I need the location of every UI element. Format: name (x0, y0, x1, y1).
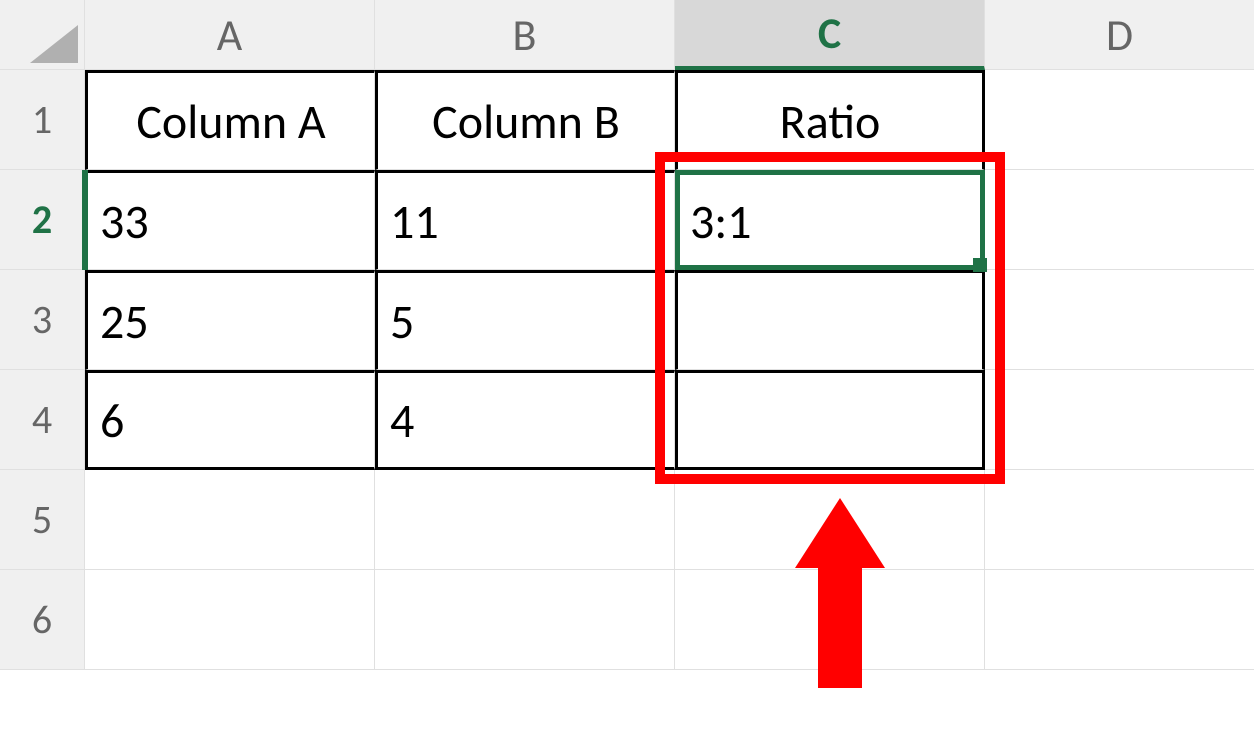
cell-C1[interactable]: Ratio (675, 70, 985, 170)
cell-D6[interactable] (985, 570, 1254, 670)
cell-C5[interactable] (675, 470, 985, 570)
cell-B3[interactable]: 5 (375, 270, 675, 370)
col-header-A[interactable]: A (85, 0, 375, 70)
spreadsheet-grid: A B C D 1 Column A Column B Ratio 2 33 1… (0, 0, 1254, 670)
cell-C2[interactable]: 3:1 (675, 170, 985, 270)
row-header-1[interactable]: 1 (0, 70, 85, 170)
row-header-5[interactable]: 5 (0, 470, 85, 570)
cell-D5[interactable] (985, 470, 1254, 570)
row-header-4[interactable]: 4 (0, 370, 85, 470)
cell-A4[interactable]: 6 (85, 370, 375, 470)
cell-A5[interactable] (85, 470, 375, 570)
row-header-2[interactable]: 2 (0, 170, 85, 270)
cell-C3[interactable] (675, 270, 985, 370)
cell-A6[interactable] (85, 570, 375, 670)
cell-C6[interactable] (675, 570, 985, 670)
cell-D2[interactable] (985, 170, 1254, 270)
cell-B6[interactable] (375, 570, 675, 670)
cell-D1[interactable] (985, 70, 1254, 170)
cell-B1[interactable]: Column B (375, 70, 675, 170)
selected-row-indicator (82, 170, 88, 270)
col-header-D[interactable]: D (985, 0, 1254, 70)
cell-D3[interactable] (985, 270, 1254, 370)
cell-C4[interactable] (675, 370, 985, 470)
cell-B5[interactable] (375, 470, 675, 570)
row-header-6[interactable]: 6 (0, 570, 85, 670)
row-header-3[interactable]: 3 (0, 270, 85, 370)
cell-D4[interactable] (985, 370, 1254, 470)
cell-B2[interactable]: 11 (375, 170, 675, 270)
col-header-B[interactable]: B (375, 0, 675, 70)
cell-A3[interactable]: 25 (85, 270, 375, 370)
col-header-C[interactable]: C (675, 0, 985, 70)
select-all-corner[interactable] (0, 0, 85, 70)
cell-A1[interactable]: Column A (85, 70, 375, 170)
cell-A2[interactable]: 33 (85, 170, 375, 270)
cell-B4[interactable]: 4 (375, 370, 675, 470)
